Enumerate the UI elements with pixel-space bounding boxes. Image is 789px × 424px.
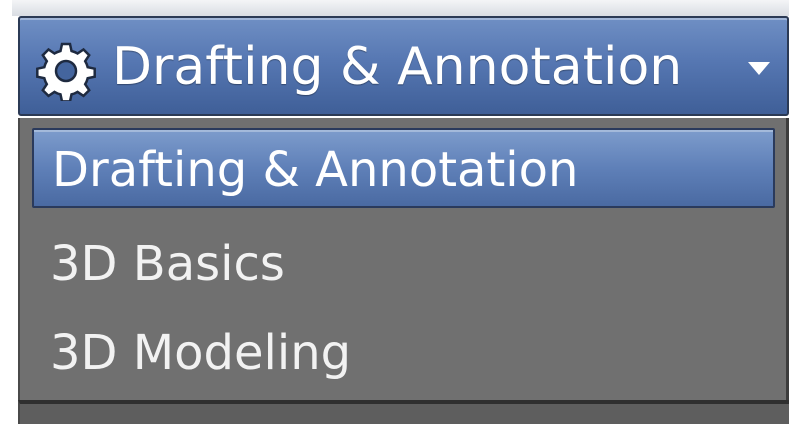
- current-workspace-label: Drafting & Annotation: [112, 37, 683, 97]
- menu-item-3d-modeling[interactable]: 3D Modeling: [32, 313, 775, 393]
- chevron-down-icon: [748, 62, 770, 75]
- workspace-selector-button[interactable]: Drafting & Annotation: [18, 16, 789, 116]
- workspace-dropdown-menu: Drafting & Annotation 3D Basics 3D Model…: [18, 118, 789, 418]
- toolbar-strip: [12, 0, 789, 16]
- workspace-switcher: Drafting & Annotation Drafting & Annotat…: [0, 0, 789, 424]
- menu-item-3d-basics[interactable]: 3D Basics: [32, 224, 775, 304]
- menu-item-drafting-annotation[interactable]: Drafting & Annotation: [32, 128, 775, 208]
- menu-bottom-edge: [18, 400, 789, 424]
- gear-icon: [36, 41, 96, 103]
